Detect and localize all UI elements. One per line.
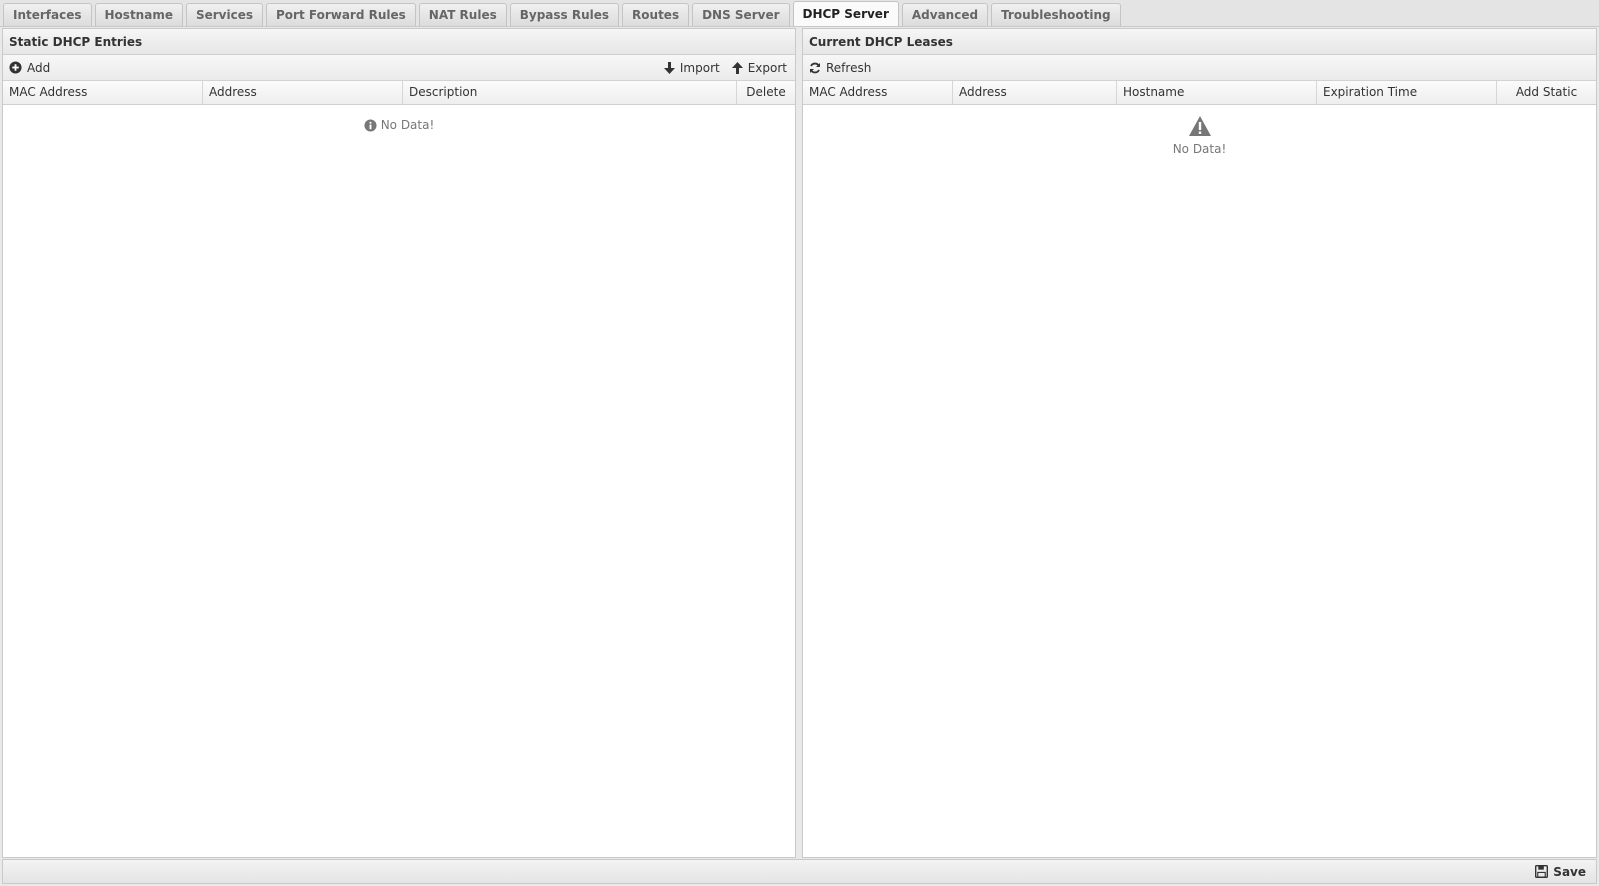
col-delete[interactable]: Delete: [737, 81, 795, 105]
tab-advanced[interactable]: Advanced: [901, 3, 989, 26]
import-button-label: Import: [679, 60, 720, 75]
static-dhcp-toolbar: Add Import Export: [3, 55, 795, 81]
export-button-label: Export: [747, 60, 787, 75]
tab-bar: Interfaces Hostname Services Port Forwar…: [0, 0, 1599, 27]
info-circle-icon: [364, 118, 377, 132]
dhcp-leases-empty-text: No Data!: [1172, 142, 1227, 156]
col-description[interactable]: Description: [403, 81, 737, 105]
tab-services[interactable]: Services: [185, 3, 263, 26]
save-button[interactable]: Save: [1535, 865, 1586, 879]
export-button[interactable]: Export: [731, 60, 787, 75]
dhcp-leases-empty: No Data!: [803, 115, 1596, 156]
dhcp-leases-title: Current DHCP Leases: [803, 29, 1596, 55]
save-button-label: Save: [1553, 864, 1586, 879]
static-dhcp-grid-header: MAC Address Address Description Delete: [3, 81, 795, 105]
dhcp-leases-panel: Current DHCP Leases Refresh MAC Address …: [802, 28, 1597, 858]
floppy-disk-icon: [1535, 865, 1549, 878]
add-button[interactable]: Add: [9, 61, 50, 75]
footer-bar: Save: [2, 859, 1597, 884]
refresh-button[interactable]: Refresh: [809, 61, 871, 75]
col-mac-address[interactable]: MAC Address: [803, 81, 953, 105]
static-dhcp-empty-text: No Data!: [380, 118, 435, 132]
static-dhcp-title: Static DHCP Entries: [3, 29, 795, 55]
tab-routes[interactable]: Routes: [622, 3, 690, 26]
plus-circle-icon: [9, 61, 22, 74]
static-dhcp-panel: Static DHCP Entries Add Import Export MA…: [2, 28, 796, 858]
dhcp-leases-toolbar: Refresh: [803, 55, 1596, 81]
arrow-down-icon: [663, 61, 675, 74]
warning-triangle-icon: [803, 115, 1596, 137]
import-button[interactable]: Import: [663, 60, 720, 75]
col-add-static[interactable]: Add Static: [1497, 81, 1596, 105]
static-dhcp-empty: No Data!: [3, 118, 795, 132]
app-window: Interfaces Hostname Services Port Forwar…: [0, 0, 1599, 886]
col-expiration-time[interactable]: Expiration Time: [1317, 81, 1497, 105]
tab-nat-rules[interactable]: NAT Rules: [418, 3, 507, 26]
tab-port-forward-rules[interactable]: Port Forward Rules: [266, 3, 416, 26]
tab-dhcp-server[interactable]: DHCP Server: [792, 1, 899, 26]
add-button-label: Add: [27, 60, 51, 75]
tab-dns-server[interactable]: DNS Server: [692, 3, 790, 26]
dhcp-leases-grid-header: MAC Address Address Hostname Expiration …: [803, 81, 1596, 105]
tab-interfaces[interactable]: Interfaces: [3, 3, 92, 26]
tab-bypass-rules[interactable]: Bypass Rules: [509, 3, 620, 26]
col-mac-address[interactable]: MAC Address: [3, 81, 203, 105]
tab-troubleshooting[interactable]: Troubleshooting: [991, 3, 1121, 26]
arrow-up-icon: [731, 61, 743, 74]
col-hostname[interactable]: Hostname: [1117, 81, 1317, 105]
refresh-icon: [809, 62, 821, 74]
tab-hostname[interactable]: Hostname: [94, 3, 183, 26]
col-address[interactable]: Address: [203, 81, 403, 105]
refresh-button-label: Refresh: [826, 60, 872, 75]
col-address[interactable]: Address: [953, 81, 1117, 105]
